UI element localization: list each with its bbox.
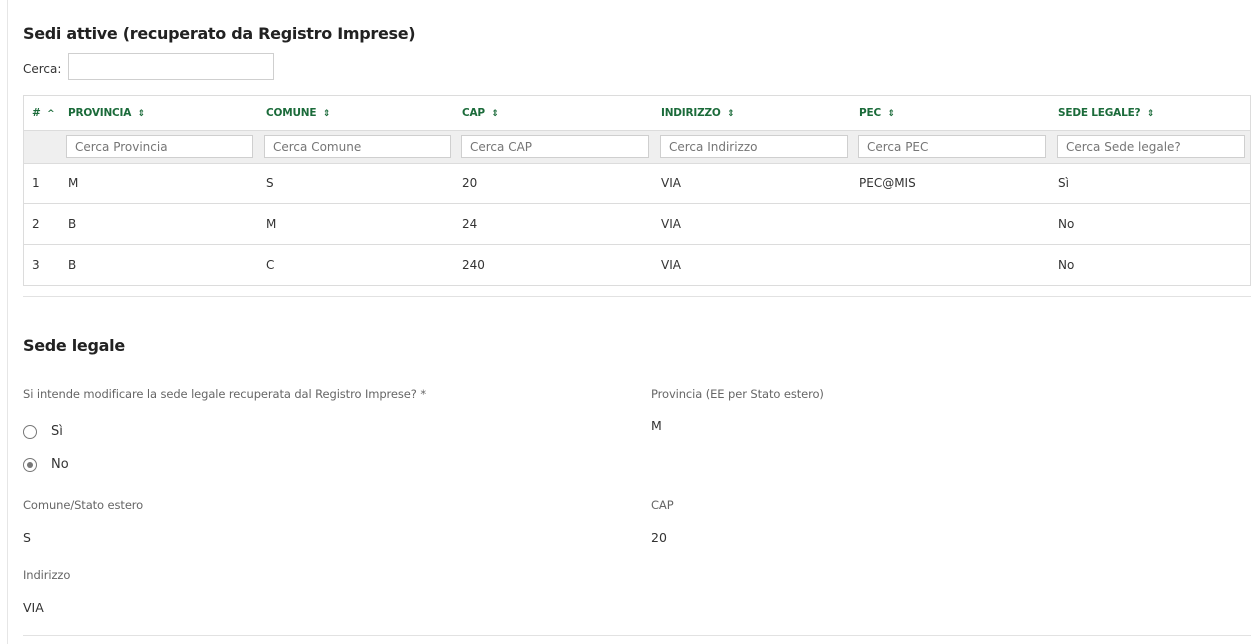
sort-icon: ⇕ [727, 109, 735, 119]
cap-value: 20 [651, 530, 667, 545]
column-header-comune[interactable]: COMUNE ⇕ [266, 107, 330, 119]
column-header-num-label: # [32, 107, 41, 119]
sort-icon: ⇕ [491, 109, 499, 119]
sedi-table: # ^ PROVINCIA ⇕ COMUNE ⇕ CAP ⇕ INDIRIZZO… [23, 95, 1251, 286]
search-input[interactable] [68, 53, 274, 80]
cell-num: 2 [32, 217, 40, 231]
column-header-provincia[interactable]: PROVINCIA ⇕ [68, 107, 145, 119]
filter-row [24, 130, 1250, 164]
table-header: # ^ PROVINCIA ⇕ COMUNE ⇕ CAP ⇕ INDIRIZZO… [24, 96, 1250, 130]
sedi-attive-title: Sedi attive (recuperato da Registro Impr… [23, 24, 416, 43]
bottom-divider [23, 635, 1251, 636]
table-row[interactable]: 2 B M 24 VIA No [24, 204, 1250, 245]
cell-cap: 24 [462, 217, 478, 231]
cell-sede-legale: No [1058, 258, 1075, 272]
cell-cap: 240 [462, 258, 485, 272]
column-header-cap[interactable]: CAP ⇕ [462, 107, 499, 119]
cell-num: 3 [32, 258, 40, 272]
cell-comune: C [266, 258, 275, 272]
column-header-pec-label: PEC [859, 107, 881, 119]
cell-indirizzo: VIA [661, 176, 681, 190]
cell-sede-legale: No [1058, 217, 1075, 231]
column-header-pec[interactable]: PEC ⇕ [859, 107, 895, 119]
table-row[interactable]: 1 M S 20 VIA PEC@MIS Sì [24, 163, 1250, 204]
cell-indirizzo: VIA [661, 217, 681, 231]
comune-value: S [23, 530, 31, 545]
filter-pec-input[interactable] [858, 135, 1046, 158]
filter-provincia-input[interactable] [66, 135, 253, 158]
cap-label: CAP [651, 498, 674, 512]
sort-icon: ⇕ [137, 109, 146, 119]
cell-sede-legale: Sì [1058, 176, 1069, 190]
column-header-sede-legale[interactable]: SEDE LEGALE? ⇕ [1058, 107, 1154, 119]
cell-provincia: B [68, 258, 77, 272]
radio-no-label[interactable]: No [51, 457, 69, 472]
column-header-comune-label: COMUNE [266, 107, 317, 119]
table-row[interactable]: 3 B C 240 VIA No [24, 245, 1250, 285]
filter-sede-legale-input[interactable] [1057, 135, 1245, 158]
cell-provincia: M [68, 176, 79, 190]
column-header-num[interactable]: # ^ [32, 107, 55, 119]
indirizzo-value: VIA [23, 600, 44, 615]
provincia-value: M [651, 418, 662, 433]
sort-icon: ⇕ [887, 109, 895, 119]
cell-comune: M [266, 217, 277, 231]
indirizzo-label: Indirizzo [23, 568, 71, 582]
comune-label: Comune/Stato estero [23, 498, 144, 512]
cell-provincia: B [68, 217, 77, 231]
sede-legale-title: Sede legale [23, 336, 125, 355]
sort-icon: ⇕ [1146, 109, 1155, 119]
cell-comune: S [266, 176, 274, 190]
cell-num: 1 [32, 176, 40, 190]
cell-pec: PEC@MIS [859, 176, 916, 190]
radio-si-label[interactable]: Sì [51, 424, 63, 439]
sort-asc-icon: ^ [47, 109, 55, 119]
column-header-provincia-label: PROVINCIA [68, 107, 132, 119]
left-border [7, 0, 8, 644]
column-header-sede-legale-label: SEDE LEGALE? [1058, 107, 1141, 119]
column-header-indirizzo-label: INDIRIZZO [661, 107, 721, 119]
radio-no[interactable] [23, 458, 37, 472]
radio-si[interactable] [23, 425, 37, 439]
cell-cap: 20 [462, 176, 478, 190]
filter-indirizzo-input[interactable] [660, 135, 848, 158]
filter-comune-input[interactable] [264, 135, 451, 158]
provincia-label: Provincia (EE per Stato estero) [651, 387, 824, 401]
column-header-indirizzo[interactable]: INDIRIZZO ⇕ [661, 107, 735, 119]
cell-indirizzo: VIA [661, 258, 681, 272]
filter-cap-input[interactable] [461, 135, 649, 158]
search-label: Cerca: [23, 62, 62, 76]
section-divider [23, 296, 1251, 297]
column-header-cap-label: CAP [462, 107, 485, 119]
sort-icon: ⇕ [322, 109, 331, 119]
modify-question-label: Si intende modificare la sede legale rec… [23, 387, 426, 401]
